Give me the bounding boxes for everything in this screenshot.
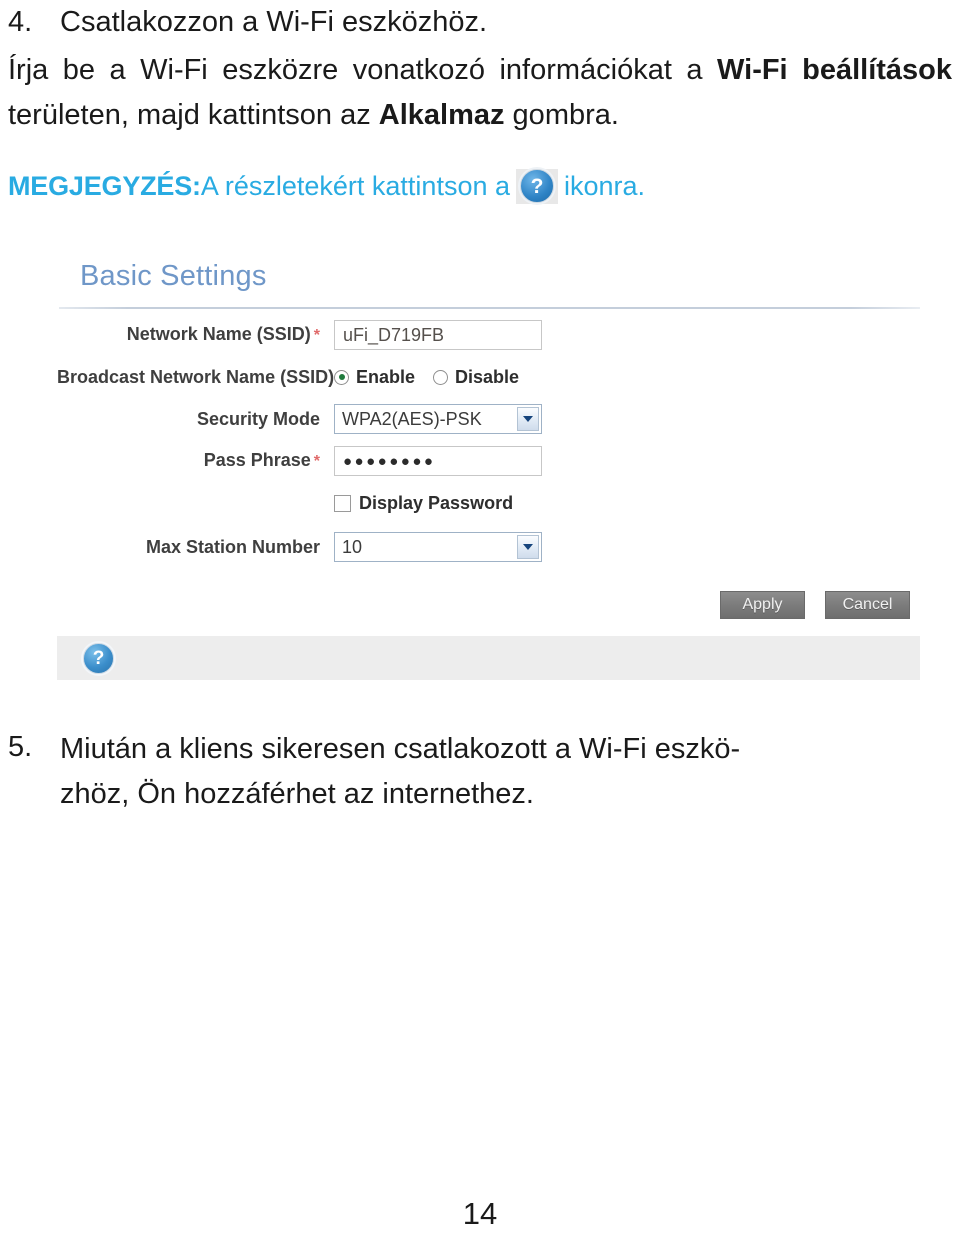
- label-security-mode: Security Mode: [196, 409, 320, 429]
- apply-button[interactable]: Apply: [720, 591, 805, 619]
- required-asterisk-network-name: *: [313, 327, 320, 344]
- form-row-pass-phrase: Pass Phrase * ●●●●●●●●: [57, 444, 920, 478]
- step-4-heading: Csatlakozzon a Wi-Fi eszközhöz.: [60, 6, 488, 38]
- form-row-max-station-number: Max Station Number 10: [57, 530, 920, 564]
- paragraph-part-2: területen, majd kattintson az: [8, 99, 379, 131]
- page-number: 14: [462, 1196, 498, 1231]
- note-help-icon-holder: ?: [516, 168, 558, 204]
- note-text-after-icon: ikonra.: [564, 171, 646, 201]
- radio-disable[interactable]: Disable: [433, 367, 519, 388]
- help-question-icon: ?: [520, 169, 554, 203]
- step-5-number: 5.: [8, 731, 33, 763]
- panel-title-basic-settings: Basic Settings: [80, 260, 267, 292]
- note-label: MEGJEGYZÉS:: [8, 171, 201, 201]
- control-broadcast-ssid: Enable Disable: [334, 367, 920, 388]
- form-row-broadcast-ssid: Broadcast Network Name (SSID) Enable Dis…: [57, 360, 920, 394]
- control-display-password: Display Password: [334, 493, 920, 514]
- note-callout: MEGJEGYZÉS: A részletekért kattintson a …: [8, 166, 952, 206]
- display-password-checkbox-row[interactable]: Display Password: [334, 493, 513, 514]
- label-network-name-text: Network Name (SSID): [126, 324, 311, 344]
- chevron-down-icon[interactable]: [517, 407, 539, 431]
- control-security-mode: WPA2(AES)-PSK: [334, 404, 920, 434]
- step-4-paragraph: Írja be a Wi-Fi eszközre vonatkozó infor…: [8, 48, 952, 138]
- max-station-number-select[interactable]: 10: [334, 532, 542, 562]
- label-broadcast-ssid: Broadcast Network Name (SSID): [57, 367, 335, 387]
- panel-divider: [59, 307, 920, 309]
- form-row-network-name: Network Name (SSID) * uFi_D719FB: [57, 318, 920, 352]
- label-pass-phrase: Pass Phrase *: [57, 449, 334, 473]
- panel-button-row: Apply Cancel: [57, 591, 920, 619]
- paragraph-bold-wifi-settings: Wi-Fi beállítások: [717, 54, 953, 86]
- radio-enable[interactable]: Enable: [334, 367, 415, 388]
- network-name-input[interactable]: uFi_D719FB: [334, 320, 542, 350]
- security-mode-select[interactable]: WPA2(AES)-PSK: [334, 404, 542, 434]
- radio-disable-icon[interactable]: [433, 369, 449, 385]
- cancel-button[interactable]: Cancel: [825, 591, 910, 619]
- form-row-display-password: Display Password: [57, 486, 920, 520]
- chevron-down-icon[interactable]: [517, 535, 539, 559]
- step-5-first-line: 5. Miután a kliens sikeresen csatlakozot…: [8, 727, 952, 772]
- required-asterisk-pass-phrase: *: [313, 453, 320, 470]
- paragraph-bold-apply: Alkalmaz: [378, 99, 505, 131]
- broadcast-ssid-radio-group: Enable Disable: [334, 367, 519, 388]
- router-settings-screenshot: Basic Settings Network Name (SSID) * uFi_…: [57, 248, 920, 682]
- control-pass-phrase: ●●●●●●●●: [334, 446, 920, 476]
- control-max-station-number: 10: [334, 532, 920, 562]
- paragraph-part-3: gombra.: [504, 99, 619, 131]
- security-mode-value: WPA2(AES)-PSK: [342, 409, 482, 429]
- help-question-icon[interactable]: ?: [83, 642, 114, 674]
- radio-enable-label: Enable: [356, 366, 416, 387]
- control-network-name: uFi_D719FB: [334, 320, 920, 350]
- display-password-checkbox[interactable]: [334, 494, 351, 512]
- radio-enable-icon[interactable]: [334, 369, 349, 385]
- panel-footer-bar: ?: [57, 636, 920, 680]
- paragraph-part-1: Írja be a Wi-Fi eszközre vonatkozó infor…: [8, 54, 718, 86]
- label-pass-phrase-text: Pass Phrase: [203, 450, 311, 470]
- max-station-number-value: 10: [342, 537, 363, 557]
- display-password-label: Display Password: [359, 492, 514, 513]
- step-4-number: 4.: [8, 6, 33, 38]
- form-row-security-mode: Security Mode WPA2(AES)-PSK: [57, 402, 920, 436]
- label-max-station-number: Max Station Number: [145, 537, 320, 557]
- note-text-before-icon: A részletekért kattintson a: [200, 171, 510, 201]
- pass-phrase-input[interactable]: ●●●●●●●●: [334, 446, 542, 476]
- step-5-line-1-text: Miután a kliens sikeresen csatlakozott a…: [60, 733, 741, 765]
- radio-disable-label: Disable: [455, 366, 520, 387]
- label-network-name: Network Name (SSID) *: [57, 323, 334, 347]
- step-5-line-2-text: zhöz, Ön hozzáférhet az internethez.: [60, 778, 534, 810]
- step-4: 4. Csatlakozzon a Wi-Fi eszközhöz.: [8, 2, 952, 42]
